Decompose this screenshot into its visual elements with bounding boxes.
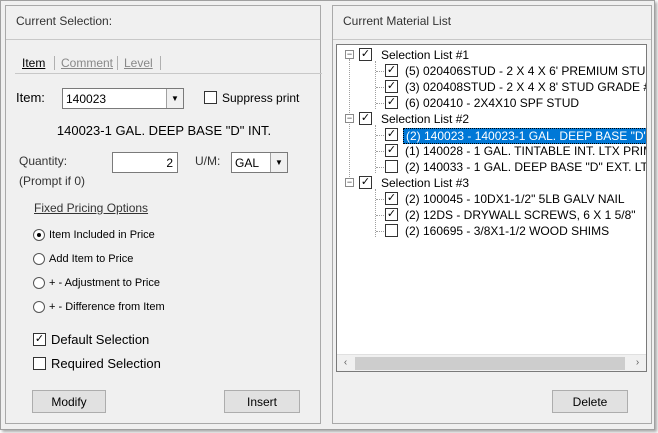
item-checkbox[interactable] <box>385 160 398 173</box>
list-label: Selection List #3 <box>381 176 470 190</box>
tree-guide <box>376 167 384 168</box>
tab-level[interactable]: Level <box>124 53 153 73</box>
radio-difference[interactable] <box>33 301 45 313</box>
radio-adjustment[interactable] <box>33 277 45 289</box>
radio-label: Add Item to Price <box>49 253 134 265</box>
radio-label: + - Difference from Item <box>49 301 165 313</box>
item-checkbox[interactable]: ✓ <box>385 80 398 93</box>
tree-guide <box>376 71 384 72</box>
um-label: U/M: <box>195 154 221 168</box>
item-checkbox[interactable]: ✓ <box>385 144 398 157</box>
tree-item[interactable]: (2) 140033 - 1 GAL. DEEP BASE "D" EXT. L… <box>337 159 646 175</box>
required-selection-label: Required Selection <box>51 356 161 371</box>
tree-item[interactable]: ✓ (5) 020406STUD - 2 X 4 X 6' PREMIUM ST… <box>337 63 646 79</box>
current-selection-title: Current Selection: <box>6 6 320 40</box>
radio-add-item[interactable] <box>33 253 45 265</box>
scroll-thumb[interactable] <box>355 357 625 370</box>
list-checkbox[interactable]: ✓ <box>359 176 372 189</box>
tree-guide <box>376 87 384 88</box>
insert-button[interactable]: Insert <box>224 390 300 413</box>
tree-guide <box>376 151 384 152</box>
tree-item[interactable]: ✓ (2) 100045 - 10DX1-1/2" 5LB GALV NAIL <box>337 191 646 207</box>
item-checkbox[interactable] <box>385 224 398 237</box>
um-value: GAL <box>235 156 260 170</box>
item-checkbox[interactable]: ✓ <box>385 128 398 141</box>
item-label: (6) 020410 - 2X4X10 SPF STUD <box>405 96 580 110</box>
collapse-icon[interactable]: − <box>345 178 354 187</box>
modify-button[interactable]: Modify <box>32 390 106 413</box>
item-label: (2) 12DS - DRYWALL SCREWS, 6 X 1 5/8" <box>405 208 636 222</box>
radio-label: + - Adjustment to Price <box>49 277 160 289</box>
tree-item[interactable]: ✓ (6) 020410 - 2X4X10 SPF STUD <box>337 95 646 111</box>
tree-item[interactable]: ✓ (3) 020408STUD - 2 X 4 X 8' STUD GRADE… <box>337 79 646 95</box>
pricing-heading: Fixed Pricing Options <box>34 201 149 215</box>
dialog-window: Current Selection: Item Comment Level It… <box>0 0 655 430</box>
tree-node-list-3[interactable]: − ✓ Selection List #3 <box>337 175 646 191</box>
list-label: Selection List #1 <box>381 48 470 62</box>
list-checkbox[interactable]: ✓ <box>359 112 372 125</box>
scroll-left-icon[interactable]: ‹ <box>337 357 354 370</box>
item-label: Item: <box>16 90 45 105</box>
tree-item[interactable]: ✓ (1) 140028 - 1 GAL. TINTABLE INT. LTX … <box>337 143 646 159</box>
tab-item[interactable]: Item <box>22 53 45 73</box>
list-label: Selection List #2 <box>381 112 470 126</box>
item-value: 140023 <box>66 92 107 106</box>
um-combobox[interactable]: GAL ▼ <box>231 152 288 173</box>
scroll-right-icon[interactable]: › <box>629 357 646 370</box>
item-label: (2) 160695 - 3/8X1-1/2 WOOD SHIMS <box>405 224 610 238</box>
suppress-print-checkbox[interactable] <box>204 91 217 104</box>
radio-item-included[interactable] <box>33 229 45 241</box>
item-checkbox[interactable]: ✓ <box>385 192 398 205</box>
tree-guide <box>376 135 384 136</box>
horizontal-scrollbar[interactable]: ‹ › <box>337 354 646 371</box>
item-label: (2) 140023 - 140023-1 GAL. DEEP BASE "D"… <box>403 128 646 144</box>
chevron-down-icon[interactable]: ▼ <box>166 89 183 108</box>
suppress-print-label: Suppress print <box>222 91 300 105</box>
item-checkbox[interactable]: ✓ <box>385 96 398 109</box>
item-label: (2) 100045 - 10DX1-1/2" 5LB GALV NAIL <box>405 192 625 206</box>
item-checkbox[interactable]: ✓ <box>385 208 398 221</box>
item-checkbox[interactable]: ✓ <box>385 64 398 77</box>
tab-separator <box>117 56 118 70</box>
tree-guide <box>376 215 384 216</box>
tab-separator <box>54 56 55 70</box>
collapse-icon[interactable]: − <box>345 50 354 59</box>
tree-node-list-2[interactable]: − ✓ Selection List #2 <box>337 111 646 127</box>
required-selection-checkbox[interactable] <box>33 357 46 370</box>
quantity-input[interactable]: 2 <box>112 152 178 173</box>
tree-guide <box>376 103 384 104</box>
quantity-hint: (Prompt if 0) <box>19 174 86 188</box>
item-combobox[interactable]: 140023 ▼ <box>62 88 184 109</box>
material-list-title: Current Material List <box>333 6 651 40</box>
delete-button[interactable]: Delete <box>552 390 628 413</box>
item-label: (2) 140033 - 1 GAL. DEEP BASE "D" EXT. L… <box>405 160 647 174</box>
chevron-down-icon[interactable]: ▼ <box>270 153 287 172</box>
tab-comment[interactable]: Comment <box>61 53 113 73</box>
item-label: (1) 140028 - 1 GAL. TINTABLE INT. LTX PR… <box>405 144 647 158</box>
item-description: 140023-1 GAL. DEEP BASE "D" INT. <box>56 123 272 138</box>
list-checkbox[interactable]: ✓ <box>359 48 372 61</box>
tree-item[interactable]: ✓ (2) 12DS - DRYWALL SCREWS, 6 X 1 5/8" <box>337 207 646 223</box>
radio-label: Item Included in Price <box>49 229 155 241</box>
default-selection-label: Default Selection <box>51 332 150 347</box>
material-tree[interactable]: − ✓ Selection List #1 ✓ (5) 020406STUD -… <box>336 44 647 372</box>
quantity-label: Quantity: <box>19 154 68 168</box>
tab-divider <box>15 73 322 74</box>
current-selection-panel: Current Selection: Item Comment Level It… <box>5 5 322 424</box>
tree-node-list-1[interactable]: − ✓ Selection List #1 <box>337 47 646 63</box>
tree-item-selected[interactable]: ✓ (2) 140023 - 140023-1 GAL. DEEP BASE "… <box>337 127 646 144</box>
quantity-value: 2 <box>166 156 173 170</box>
tab-separator <box>160 56 161 70</box>
tree-item[interactable]: (2) 160695 - 3/8X1-1/2 WOOD SHIMS <box>337 223 646 239</box>
default-selection-checkbox[interactable]: ✓ <box>33 333 46 346</box>
tree-guide <box>376 231 384 232</box>
item-label: (3) 020408STUD - 2 X 4 X 8' STUD GRADE #… <box>405 80 647 94</box>
item-label: (5) 020406STUD - 2 X 4 X 6' PREMIUM STUD <box>405 64 647 78</box>
collapse-icon[interactable]: − <box>345 114 354 123</box>
tree-guide <box>376 199 384 200</box>
